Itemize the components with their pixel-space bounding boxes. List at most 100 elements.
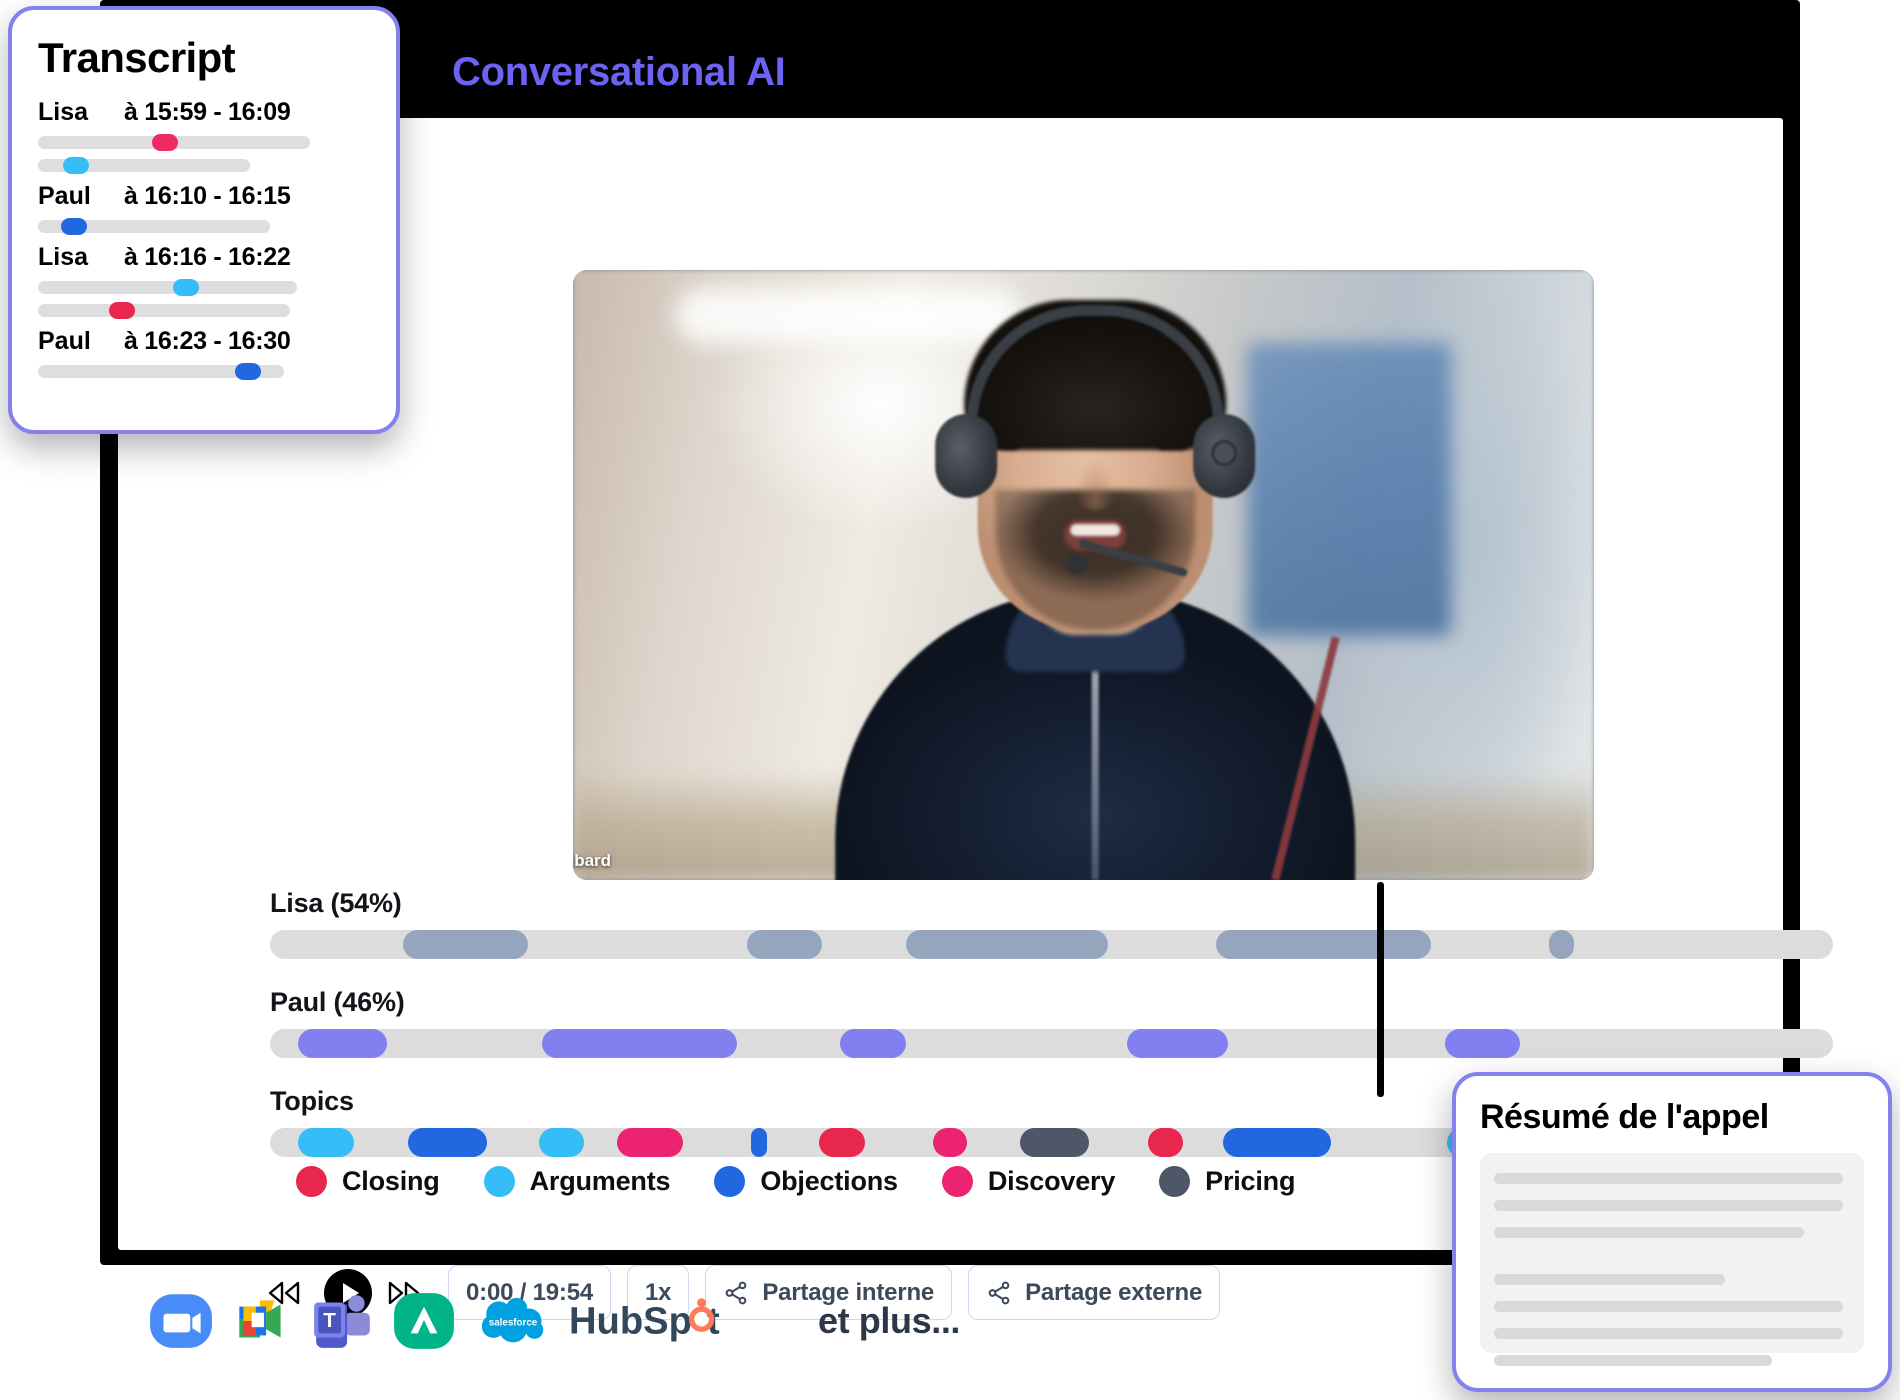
speaker-segment[interactable]: [541, 1029, 738, 1058]
screenshot-root: Conversational AI bard Lisa (54%) Paul (…: [0, 0, 1900, 1400]
legend-item[interactable]: Closing: [296, 1166, 440, 1197]
nose: [1074, 458, 1115, 510]
speaker-label-paul: Paul (46%): [270, 987, 405, 1017]
share-external-label: Partage externe: [1025, 1278, 1203, 1306]
transcript-speaker: Lisa: [38, 243, 89, 271]
transcript-waveform-bar[interactable]: [38, 134, 311, 151]
skeleton-line: [1494, 1355, 1772, 1366]
skeleton-line: [1494, 1200, 1843, 1211]
topic-segment[interactable]: [616, 1128, 683, 1157]
transcript-waveform-bar[interactable]: [38, 302, 291, 319]
transcript-entry-header: Lisa à 16:16 - 16:22: [38, 243, 370, 272]
transcript-entry-header: Paul à 16:23 - 16:30: [38, 327, 370, 356]
legend-color-dot: [941, 1166, 973, 1197]
transcript-timestamp: à 16:23 - 16:30: [124, 327, 291, 355]
transcript-waveform-bar[interactable]: [38, 218, 271, 235]
transcript-waveform-bar[interactable]: [38, 279, 297, 296]
legend-item[interactable]: Discovery: [941, 1166, 1116, 1197]
topic-segment[interactable]: [1223, 1128, 1332, 1157]
legend-item[interactable]: Pricing: [1159, 1166, 1295, 1197]
headset-mic-tip: [1066, 554, 1087, 574]
aircall-logo: [391, 1288, 457, 1354]
topic-segment[interactable]: [932, 1128, 968, 1157]
legend-color-dot: [1159, 1166, 1191, 1197]
ceiling-light: [675, 288, 1023, 344]
transcript-marker-dot[interactable]: [152, 134, 179, 151]
headset-right-cup: [1192, 414, 1255, 498]
transcript-waveform-bar[interactable]: [38, 363, 284, 380]
transcript-entry[interactable]: Lisa à 15:59 - 16:09: [38, 98, 370, 174]
topic-segment[interactable]: [751, 1128, 768, 1157]
share-external-button[interactable]: Partage externe: [968, 1265, 1221, 1320]
legend-item[interactable]: Objections: [714, 1166, 898, 1197]
skeleton-line: [1494, 1328, 1843, 1339]
speaker-segment[interactable]: [1445, 1029, 1521, 1058]
legend-color-dot: [714, 1166, 746, 1197]
speaker-track-paul[interactable]: [270, 1029, 1833, 1058]
transcript-entry[interactable]: Lisa à 16:16 - 16:22: [38, 243, 370, 319]
call-summary-card[interactable]: Résumé de l'appel: [1452, 1072, 1892, 1392]
transcript-marker-dot[interactable]: [234, 363, 261, 380]
legend-color-dot: [296, 1166, 327, 1197]
speaker-segment[interactable]: [1548, 930, 1574, 959]
video-player[interactable]: thieu Lombard: [573, 270, 1594, 880]
transcript-entry-header: Paul à 16:10 - 16:15: [38, 182, 370, 211]
transcript-entry-header: Lisa à 15:59 - 16:09: [38, 98, 370, 127]
topic-segment[interactable]: [298, 1128, 355, 1157]
svg-text:HubSp: HubSp: [569, 1300, 692, 1343]
call-summary-skeleton: [1480, 1153, 1864, 1366]
topic-legend: Closing Arguments Objections Discovery Prici…: [296, 1166, 1339, 1197]
legend-label: Pricing: [1205, 1166, 1296, 1196]
speaker-track-lisa[interactable]: [270, 930, 1833, 959]
legend-item[interactable]: Arguments: [483, 1166, 671, 1197]
transcript-waveform-bar[interactable]: [38, 157, 251, 174]
topic-segment[interactable]: [1148, 1128, 1183, 1157]
transcript-timestamp: à 16:16 - 16:22: [124, 243, 291, 271]
svg-text:salesforce: salesforce: [489, 1317, 538, 1328]
topic-segment[interactable]: [1020, 1128, 1089, 1157]
legend-label: Discovery: [987, 1166, 1116, 1196]
speaker-segment[interactable]: [746, 930, 822, 959]
speaker-segment[interactable]: [298, 1029, 388, 1058]
transcript-marker-dot[interactable]: [63, 157, 90, 174]
svg-text:T: T: [323, 1309, 336, 1332]
legend-color-dot: [483, 1166, 515, 1197]
transcript-speaker: Lisa: [38, 98, 89, 126]
google-meet-logo: [229, 1288, 295, 1354]
transcript-marker-dot[interactable]: [108, 302, 135, 319]
speaker-segment[interactable]: [906, 930, 1108, 959]
transcript-speaker: Paul: [38, 182, 91, 210]
transcript-card[interactable]: Transcript Lisa à 15:59 - 16:09 Paul à 16:1…: [8, 6, 400, 434]
transcript-title: Transcript: [38, 34, 236, 81]
page-title: Conversational AI: [452, 50, 786, 94]
speaker-segment[interactable]: [402, 930, 528, 959]
transcript-marker-dot[interactable]: [172, 279, 199, 296]
transcript-entry[interactable]: Paul à 16:23 - 16:30: [38, 327, 370, 380]
speaker-segment[interactable]: [840, 1029, 907, 1058]
transcript-entry[interactable]: Paul à 16:10 - 16:15: [38, 182, 370, 235]
legend-label: Closing: [342, 1166, 440, 1196]
microsoft-teams-logo: T: [310, 1288, 376, 1354]
speaker-segment[interactable]: [1215, 930, 1432, 959]
transcript-timestamp: à 15:59 - 16:09: [124, 98, 291, 126]
hubspot-logo: HubSp t: [569, 1288, 787, 1354]
call-summary-title: Résumé de l'appel: [1480, 1098, 1769, 1136]
speaker-label-lisa: Lisa (54%): [270, 888, 402, 918]
transcript-entry-list: Lisa à 15:59 - 16:09 Paul à 16:10 - 16:15 Li…: [38, 98, 370, 380]
topic-segment[interactable]: [538, 1128, 585, 1157]
transcript-timestamp: à 16:10 - 16:15: [124, 182, 291, 210]
speaker-segment[interactable]: [1126, 1029, 1229, 1058]
legend-label: Arguments: [529, 1166, 671, 1196]
legend-label: Objections: [760, 1166, 898, 1196]
skeleton-gap: [1494, 1254, 1850, 1274]
more-integrations-label: et plus...: [818, 1300, 961, 1341]
salesforce-logo: salesforce: [472, 1288, 554, 1354]
skeleton-line: [1494, 1274, 1726, 1285]
teeth: [1069, 524, 1120, 536]
video-caption-bar: thieu Lombard: [573, 840, 1594, 880]
playhead-indicator[interactable]: [1376, 882, 1384, 1097]
skeleton-line: [1494, 1173, 1843, 1184]
transcript-marker-dot[interactable]: [61, 218, 88, 235]
topic-segment[interactable]: [818, 1128, 866, 1157]
topic-segment[interactable]: [407, 1128, 488, 1157]
